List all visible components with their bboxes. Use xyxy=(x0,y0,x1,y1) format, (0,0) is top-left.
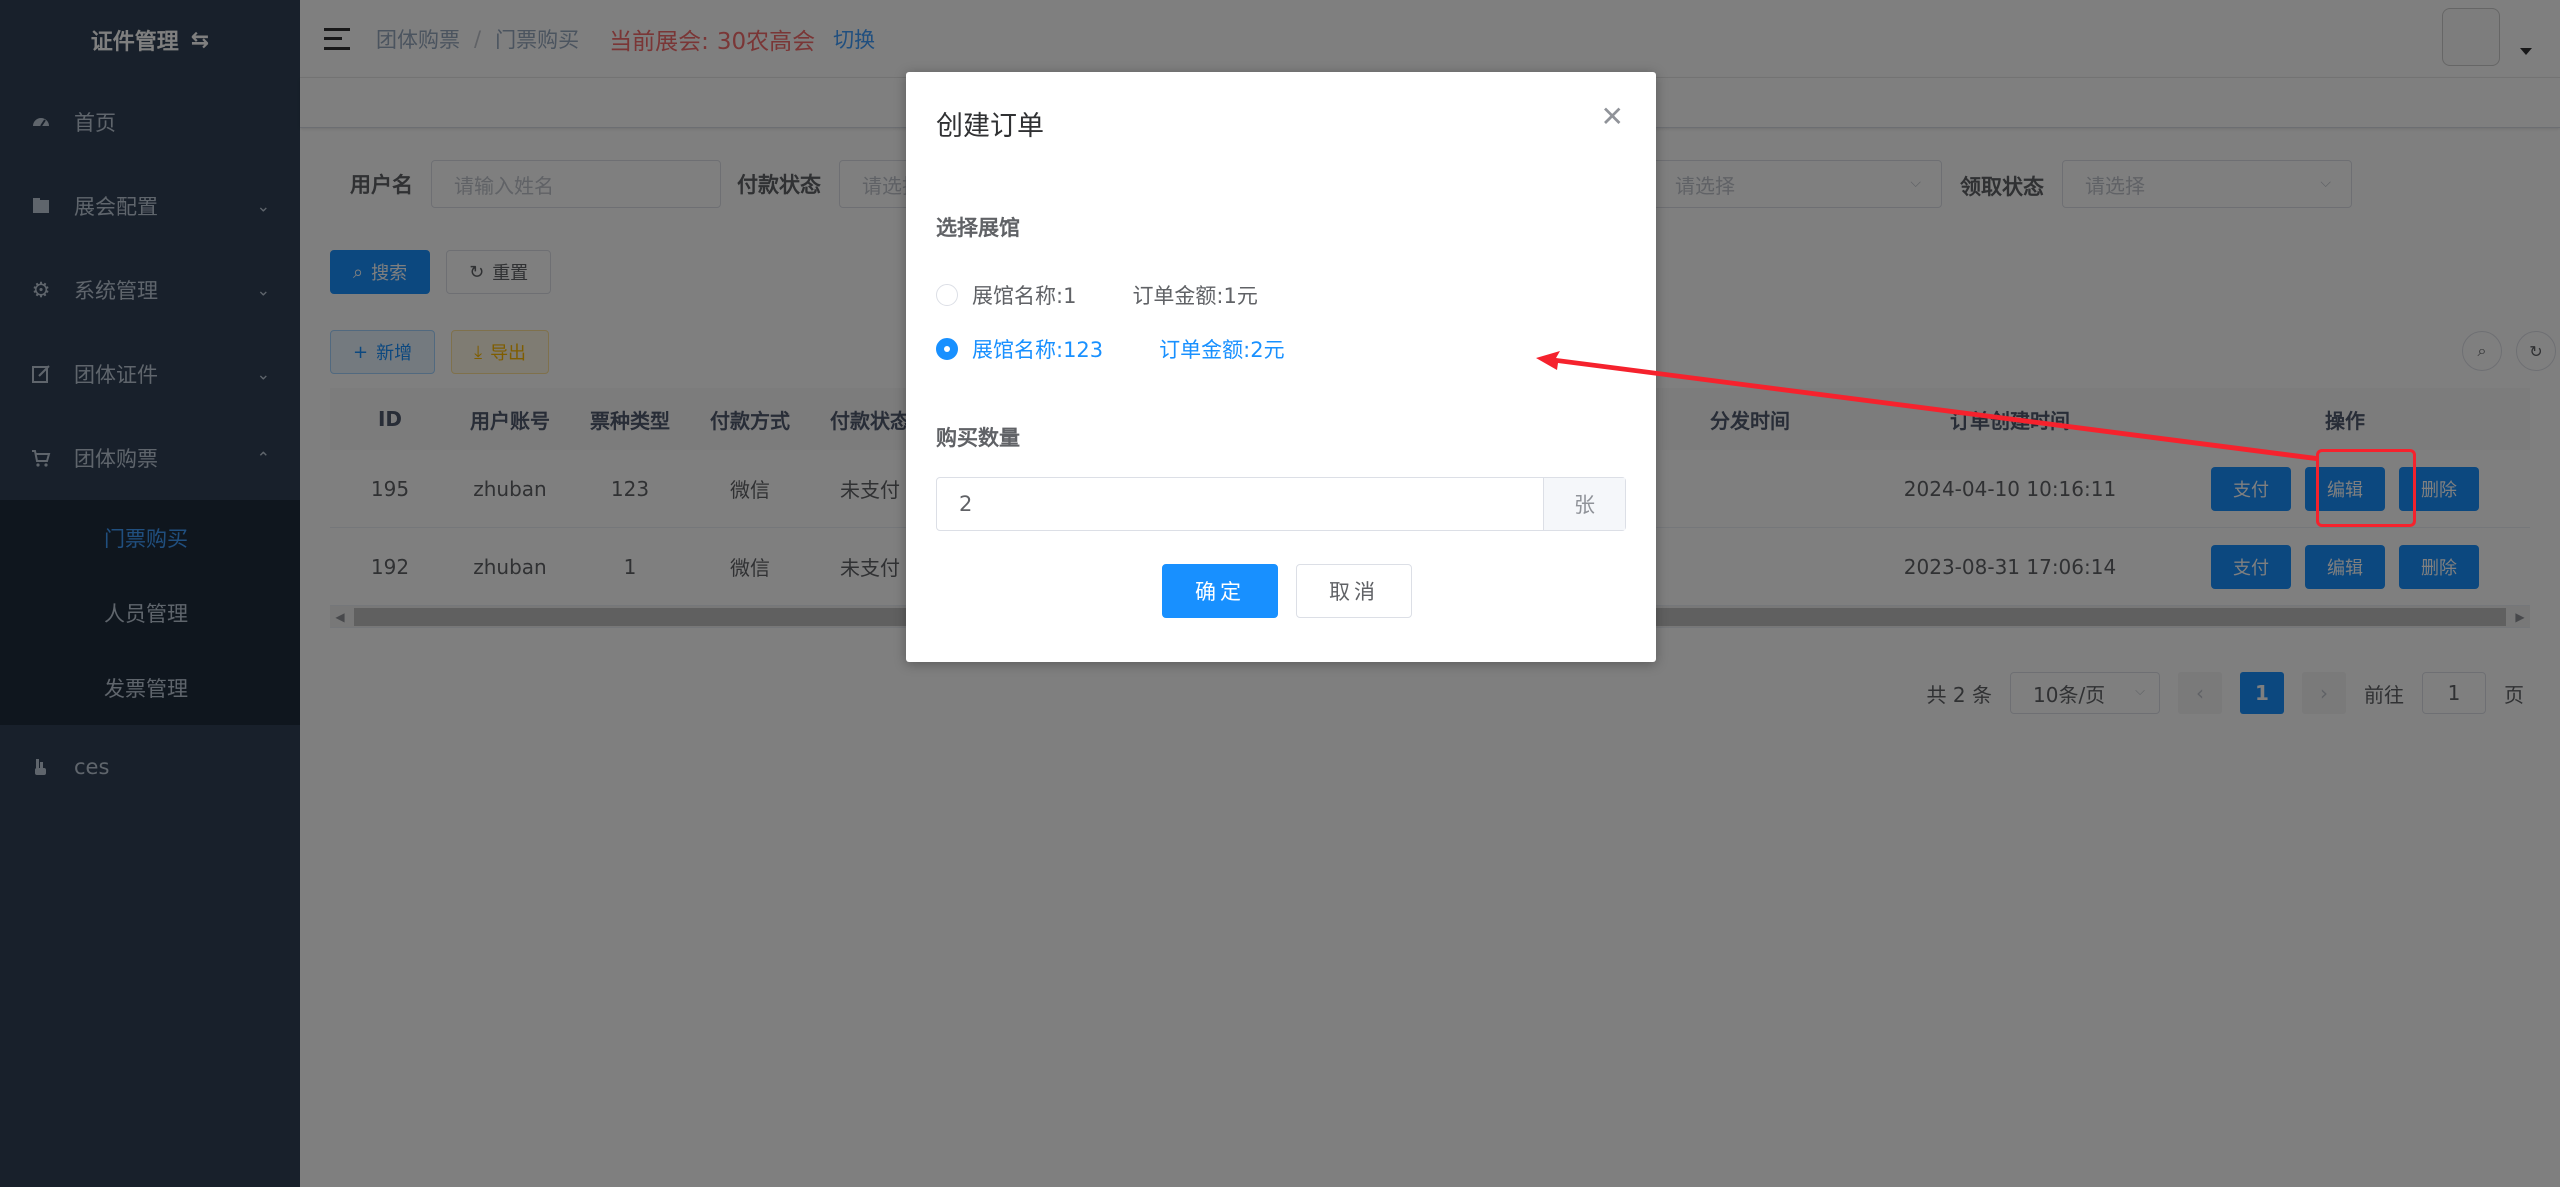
radio-button-checked[interactable] xyxy=(936,338,958,360)
close-icon[interactable]: ✕ xyxy=(1601,100,1624,133)
venue-amount: 订单金额:1元 xyxy=(1132,284,1258,308)
dialog-footer: 确定 取消 xyxy=(1162,564,1412,618)
qty-input[interactable]: 2 xyxy=(937,478,1543,530)
venue-name: 展馆名称:123 xyxy=(972,338,1104,362)
annotation-highlight-box xyxy=(2316,449,2416,527)
dialog-title: 创建订单 xyxy=(936,111,1044,142)
radio-button[interactable] xyxy=(936,284,958,306)
venue-label: 选择展馆 xyxy=(936,216,1020,240)
venue-amount: 订单金额:2元 xyxy=(1159,338,1285,362)
confirm-button[interactable]: 确定 xyxy=(1162,564,1278,618)
qty-field: 2 张 xyxy=(936,477,1626,531)
cancel-button[interactable]: 取消 xyxy=(1296,564,1412,618)
venue-name: 展馆名称:1 xyxy=(972,284,1077,308)
create-order-dialog: 创建订单 ✕ 选择展馆 展馆名称:1 订单金额:1元 展馆名称:123 订单金额… xyxy=(906,72,1656,662)
venue-option-1[interactable]: 展馆名称:1 订单金额:1元 xyxy=(936,280,1258,310)
venue-option-2[interactable]: 展馆名称:123 订单金额:2元 xyxy=(936,334,1285,364)
qty-label: 购买数量 xyxy=(936,426,1020,450)
qty-unit: 张 xyxy=(1543,478,1625,530)
